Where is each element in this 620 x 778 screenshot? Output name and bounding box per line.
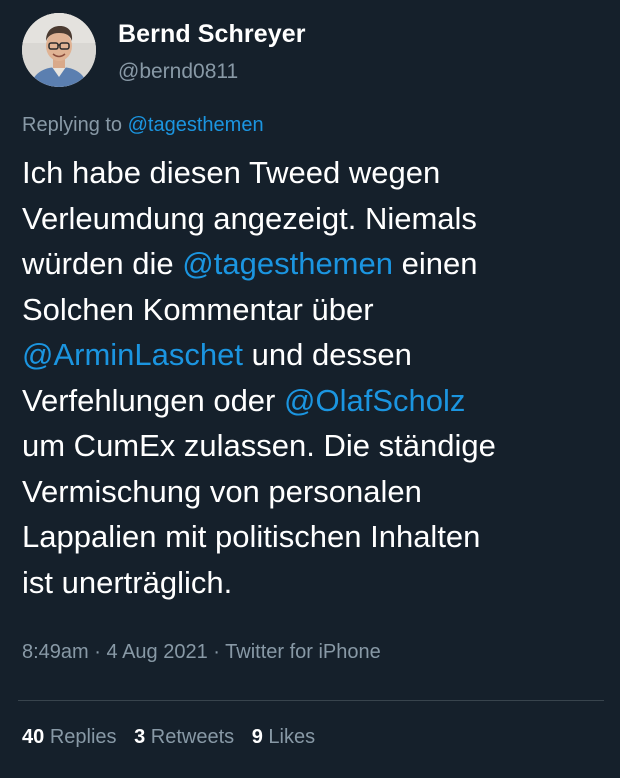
tweet-line: Verfehlungen oder @OlafScholz: [22, 378, 602, 424]
tweet-line: Vermischung von personalen: [22, 473, 422, 509]
tweet-meta: 8:49am · 4 Aug 2021 · Twitter for iPhone: [22, 641, 381, 664]
profile-photo-icon: [22, 13, 96, 87]
tweet-text-fragment: und dessen: [243, 337, 412, 372]
tweet-line: Ich habe diesen Tweed wegen: [22, 155, 441, 190]
tweet-text-fragment: einen: [392, 246, 478, 281]
tweet-text-fragment: würden die: [22, 246, 183, 281]
replies-count: 40: [22, 726, 45, 748]
retweets-label: Retweets: [150, 726, 235, 748]
tweet-line: um CumEx zulassen. Die ständige: [22, 428, 496, 463]
mention-arminlaschet[interactable]: @ArminLaschet: [22, 337, 243, 372]
tweet-line: ist unerträglich.: [22, 564, 233, 600]
tweet-line: @ArminLaschet und dessen: [22, 332, 602, 378]
replies-label: Replies: [49, 726, 117, 748]
tweet-line: Lappalien mit politischen Inhalten: [22, 519, 481, 554]
meta-separator: ·: [207, 641, 226, 663]
replying-to-mention[interactable]: @tagesthemen: [128, 114, 264, 136]
replies-stat[interactable]: 40 Replies: [22, 726, 117, 748]
retweets-stat[interactable]: 3 Retweets: [134, 726, 234, 748]
tweet-time[interactable]: 8:49am: [22, 641, 89, 663]
tweet-date[interactable]: 4 Aug 2021: [107, 641, 208, 663]
tweet-source[interactable]: Twitter for iPhone: [225, 641, 381, 663]
meta-separator: ·: [88, 641, 107, 663]
likes-stat[interactable]: 9 Likes: [252, 726, 315, 748]
tweet-card: Bernd Schreyer @bernd0811 Replying to @t…: [0, 0, 620, 778]
mention-olafscholz[interactable]: @OlafScholz: [284, 383, 465, 418]
divider: [18, 700, 604, 701]
tweet-text-fragment: Verfehlungen oder: [22, 382, 284, 418]
replying-to: Replying to @tagesthemen: [22, 114, 264, 137]
mention-tagesthemen[interactable]: @tagesthemen: [182, 246, 393, 281]
replying-to-label: Replying to: [22, 114, 123, 136]
author-handle[interactable]: @bernd0811: [118, 60, 238, 84]
tweet-text: Ich habe diesen Tweed wegen Verleumdung …: [22, 150, 602, 605]
tweet-line: Verleumdung angezeigt. Niemals: [22, 200, 477, 236]
author-display-name[interactable]: Bernd Schreyer: [118, 20, 306, 49]
tweet-line: Solchen Kommentar über: [22, 291, 374, 327]
retweets-count: 3: [134, 726, 146, 748]
likes-count: 9: [251, 726, 263, 748]
avatar[interactable]: [22, 13, 96, 87]
tweet-stats: 40 Replies 3 Retweets 9 Likes: [22, 726, 315, 749]
likes-label: Likes: [268, 726, 316, 748]
tweet-line: würden die @tagesthemen einen: [22, 241, 602, 287]
